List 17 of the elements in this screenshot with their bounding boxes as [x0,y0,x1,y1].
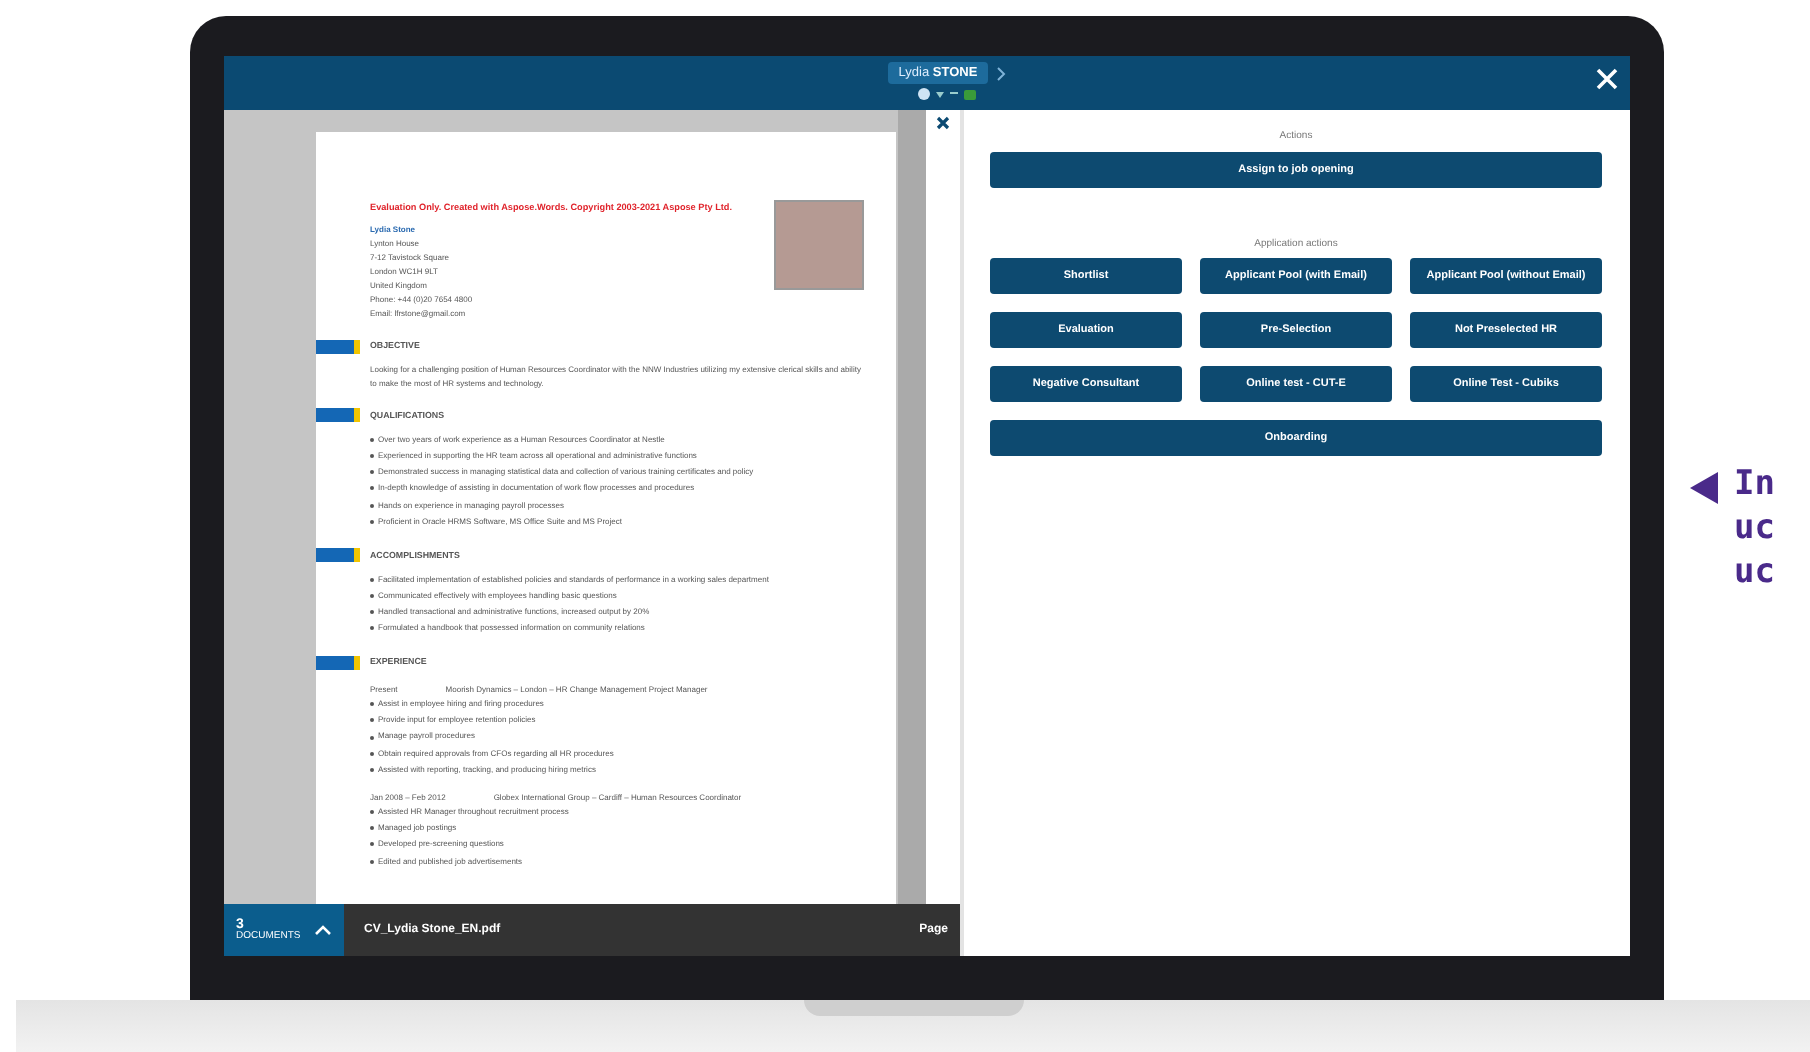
badge-icon[interactable] [963,89,976,99]
section-marker [316,408,360,423]
dash-icon[interactable] [949,92,958,96]
annotation-text: In [1734,462,1775,507]
chevron-right-icon[interactable] [995,65,1006,81]
section-marker [316,339,360,354]
circle-icon[interactable] [917,88,930,100]
caret-icon[interactable] [935,91,944,97]
section-marker [316,548,360,563]
section-marker [316,655,360,670]
close-icon[interactable] [935,116,950,130]
triangle-pointer-icon [1690,472,1718,504]
annotation-text: uc [1734,506,1775,551]
photo-placeholder [774,200,864,290]
scrollbar[interactable] [898,110,926,904]
annotation-text: uc [1734,550,1775,595]
chevron-up-icon[interactable] [314,924,332,936]
